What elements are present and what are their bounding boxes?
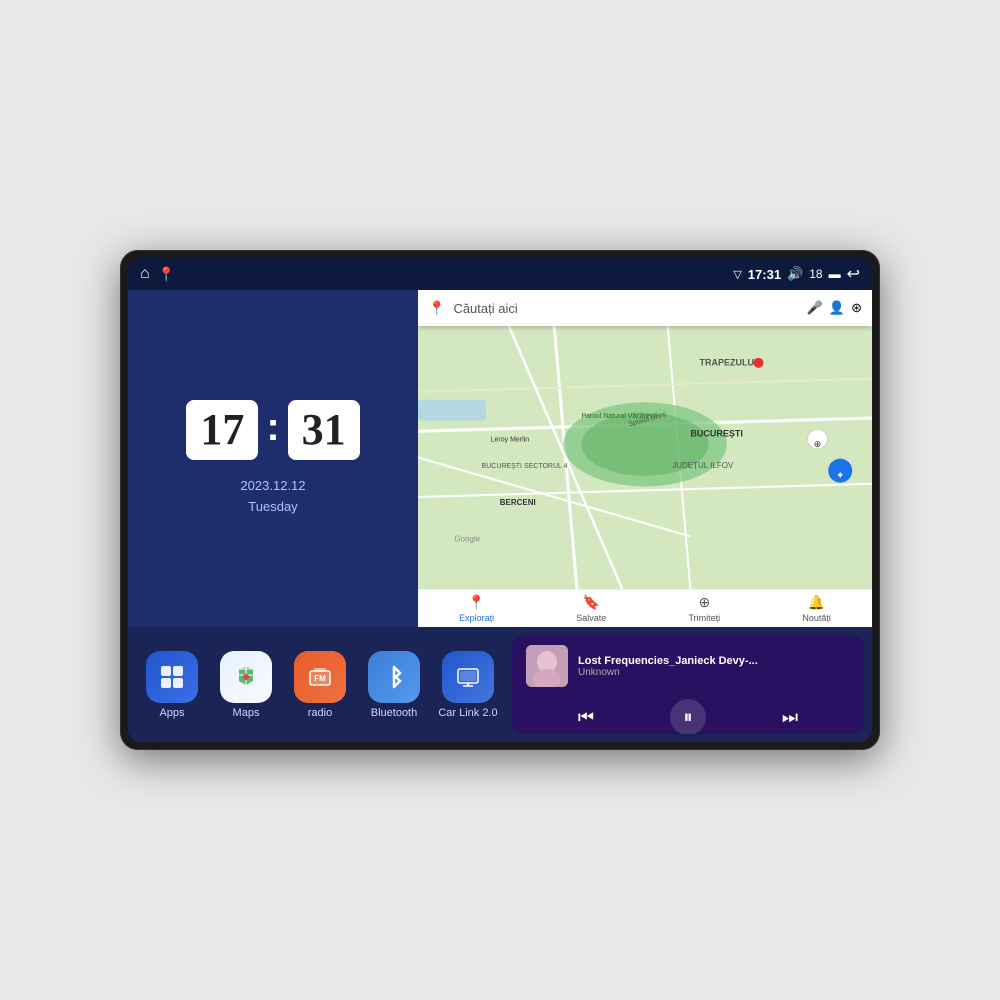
music-top: Lost Frequencies_Janieck Devy-... Unknow… bbox=[526, 645, 850, 687]
home-icon[interactable]: ⌂ bbox=[140, 265, 150, 283]
svg-text:BUCUREȘTI: BUCUREȘTI bbox=[690, 428, 743, 438]
app-icon-carlink[interactable]: Car Link 2.0 bbox=[438, 651, 498, 719]
bottom-section: Apps Maps bbox=[128, 627, 872, 742]
music-title: Lost Frequencies_Janieck Devy-... bbox=[578, 655, 850, 667]
main-content: 17 : 31 2023.12.12 Tuesday bbox=[128, 290, 872, 742]
status-time: 17:31 bbox=[748, 267, 781, 282]
maps-icon bbox=[220, 651, 272, 703]
bluetooth-label: Bluetooth bbox=[371, 707, 417, 719]
car-display-device: ⌂ 📍 ▽ 17:31 🔊 18 ▬ ↩ 17 bbox=[120, 250, 880, 750]
svg-text:BERCENI: BERCENI bbox=[500, 498, 536, 507]
layers-icon[interactable]: ⊛ bbox=[851, 300, 862, 316]
apps-label: Apps bbox=[159, 707, 184, 719]
battery-icon: ▬ bbox=[829, 267, 841, 281]
clock-widget: 17 : 31 2023.12.12 Tuesday bbox=[128, 290, 418, 627]
battery-level: 18 bbox=[809, 267, 822, 281]
map-nav-bar: 📍 Explorați 🔖 Salvate ⊕ Trimiteți bbox=[418, 589, 872, 627]
app-icon-apps[interactable]: Apps bbox=[142, 651, 202, 719]
back-icon[interactable]: ↩ bbox=[847, 264, 860, 284]
news-label: Noutăți bbox=[802, 613, 831, 623]
clock-minute: 31 bbox=[302, 408, 346, 452]
music-player: Lost Frequencies_Janieck Devy-... Unknow… bbox=[512, 635, 864, 734]
map-search-text[interactable]: Căutați aici bbox=[453, 301, 798, 316]
album-art bbox=[526, 645, 568, 687]
play-icon: ⏸ bbox=[684, 707, 693, 728]
share-icon: ⊕ bbox=[698, 594, 710, 611]
map-nav-explore[interactable]: 📍 Explorați bbox=[459, 594, 494, 623]
map-nav-news[interactable]: 🔔 Noutăți bbox=[802, 594, 831, 623]
saved-icon: 🔖 bbox=[583, 594, 600, 611]
clock-hour-block: 17 bbox=[186, 400, 258, 460]
album-art-image bbox=[526, 645, 568, 687]
app-icon-bluetooth[interactable]: Bluetooth bbox=[364, 651, 424, 719]
explore-label: Explorați bbox=[459, 613, 494, 623]
clock-date-value: 2023.12.12 bbox=[240, 476, 305, 497]
app-icon-maps[interactable]: Maps bbox=[216, 651, 276, 719]
radio-label: radio bbox=[308, 707, 332, 719]
music-artist: Unknown bbox=[578, 667, 850, 678]
news-icon: 🔔 bbox=[808, 594, 825, 611]
status-left: ⌂ 📍 bbox=[140, 265, 175, 283]
maps-label: Maps bbox=[233, 707, 260, 719]
apps-icon bbox=[146, 651, 198, 703]
prev-button[interactable]: ⏮ bbox=[570, 701, 602, 733]
share-label: Trimiteți bbox=[689, 613, 721, 623]
status-right: ▽ 17:31 🔊 18 ▬ ↩ bbox=[733, 264, 860, 284]
account-icon[interactable]: 👤 bbox=[829, 300, 845, 316]
map-area: TRAPEZULUI BUCUREȘTI JUDEȚUL ILFOV BERCE… bbox=[418, 326, 872, 589]
svg-text:⊕: ⊕ bbox=[814, 439, 822, 449]
volume-icon[interactable]: 🔊 bbox=[787, 266, 803, 282]
device-screen: ⌂ 📍 ▽ 17:31 🔊 18 ▬ ↩ 17 bbox=[128, 258, 872, 742]
map-nav-share[interactable]: ⊕ Trimiteți bbox=[689, 594, 721, 623]
clock-date: 2023.12.12 Tuesday bbox=[240, 476, 305, 518]
map-search-icons: 🎤 👤 ⊛ bbox=[807, 300, 862, 316]
play-pause-button[interactable]: ⏸ bbox=[670, 699, 706, 734]
next-button[interactable]: ⏭ bbox=[774, 701, 806, 733]
svg-text:Google: Google bbox=[454, 535, 480, 544]
mic-icon[interactable]: 🎤 bbox=[807, 300, 823, 316]
map-widget[interactable]: 📍 Căutați aici 🎤 👤 ⊛ bbox=[418, 290, 872, 627]
clock-minute-block: 31 bbox=[288, 400, 360, 460]
saved-label: Salvate bbox=[576, 613, 606, 623]
map-nav-saved[interactable]: 🔖 Salvate bbox=[576, 594, 606, 623]
clock-day: Tuesday bbox=[240, 497, 305, 518]
signal-icon: ▽ bbox=[733, 268, 741, 281]
explore-icon: 📍 bbox=[468, 594, 485, 611]
radio-icon: FM bbox=[294, 651, 346, 703]
svg-text:Leroy Merlin: Leroy Merlin bbox=[491, 437, 530, 444]
next-icon: ⏭ bbox=[782, 707, 798, 728]
svg-text:JUDEȚUL ILFOV: JUDEȚUL ILFOV bbox=[672, 461, 734, 470]
carlink-icon bbox=[442, 651, 494, 703]
map-search-bar[interactable]: 📍 Căutați aici 🎤 👤 ⊛ bbox=[418, 290, 872, 326]
maps-pin-icon[interactable]: 📍 bbox=[158, 266, 175, 283]
clock-hour: 17 bbox=[200, 408, 244, 452]
top-section: 17 : 31 2023.12.12 Tuesday bbox=[128, 290, 872, 627]
carlink-label: Car Link 2.0 bbox=[438, 707, 497, 719]
svg-text:BUCUREȘTI SECTORUL 4: BUCUREȘTI SECTORUL 4 bbox=[482, 463, 568, 470]
map-pin-icon: 📍 bbox=[428, 300, 445, 317]
prev-icon: ⏮ bbox=[578, 707, 594, 728]
svg-text:FM: FM bbox=[314, 674, 326, 683]
music-info: Lost Frequencies_Janieck Devy-... Unknow… bbox=[578, 655, 850, 678]
clock-separator: : bbox=[266, 405, 279, 450]
status-bar: ⌂ 📍 ▽ 17:31 🔊 18 ▬ ↩ bbox=[128, 258, 872, 290]
app-icon-radio[interactable]: FM radio bbox=[290, 651, 350, 719]
svg-text:TRAPEZULUI: TRAPEZULUI bbox=[699, 357, 756, 367]
bluetooth-icon bbox=[368, 651, 420, 703]
clock-display: 17 : 31 bbox=[186, 400, 359, 460]
svg-text:✦: ✦ bbox=[836, 471, 844, 482]
map-content: 📍 Căutați aici 🎤 👤 ⊛ bbox=[418, 290, 872, 627]
apps-section: Apps Maps bbox=[128, 627, 512, 742]
music-controls: ⏮ ⏸ ⏭ bbox=[526, 695, 850, 734]
